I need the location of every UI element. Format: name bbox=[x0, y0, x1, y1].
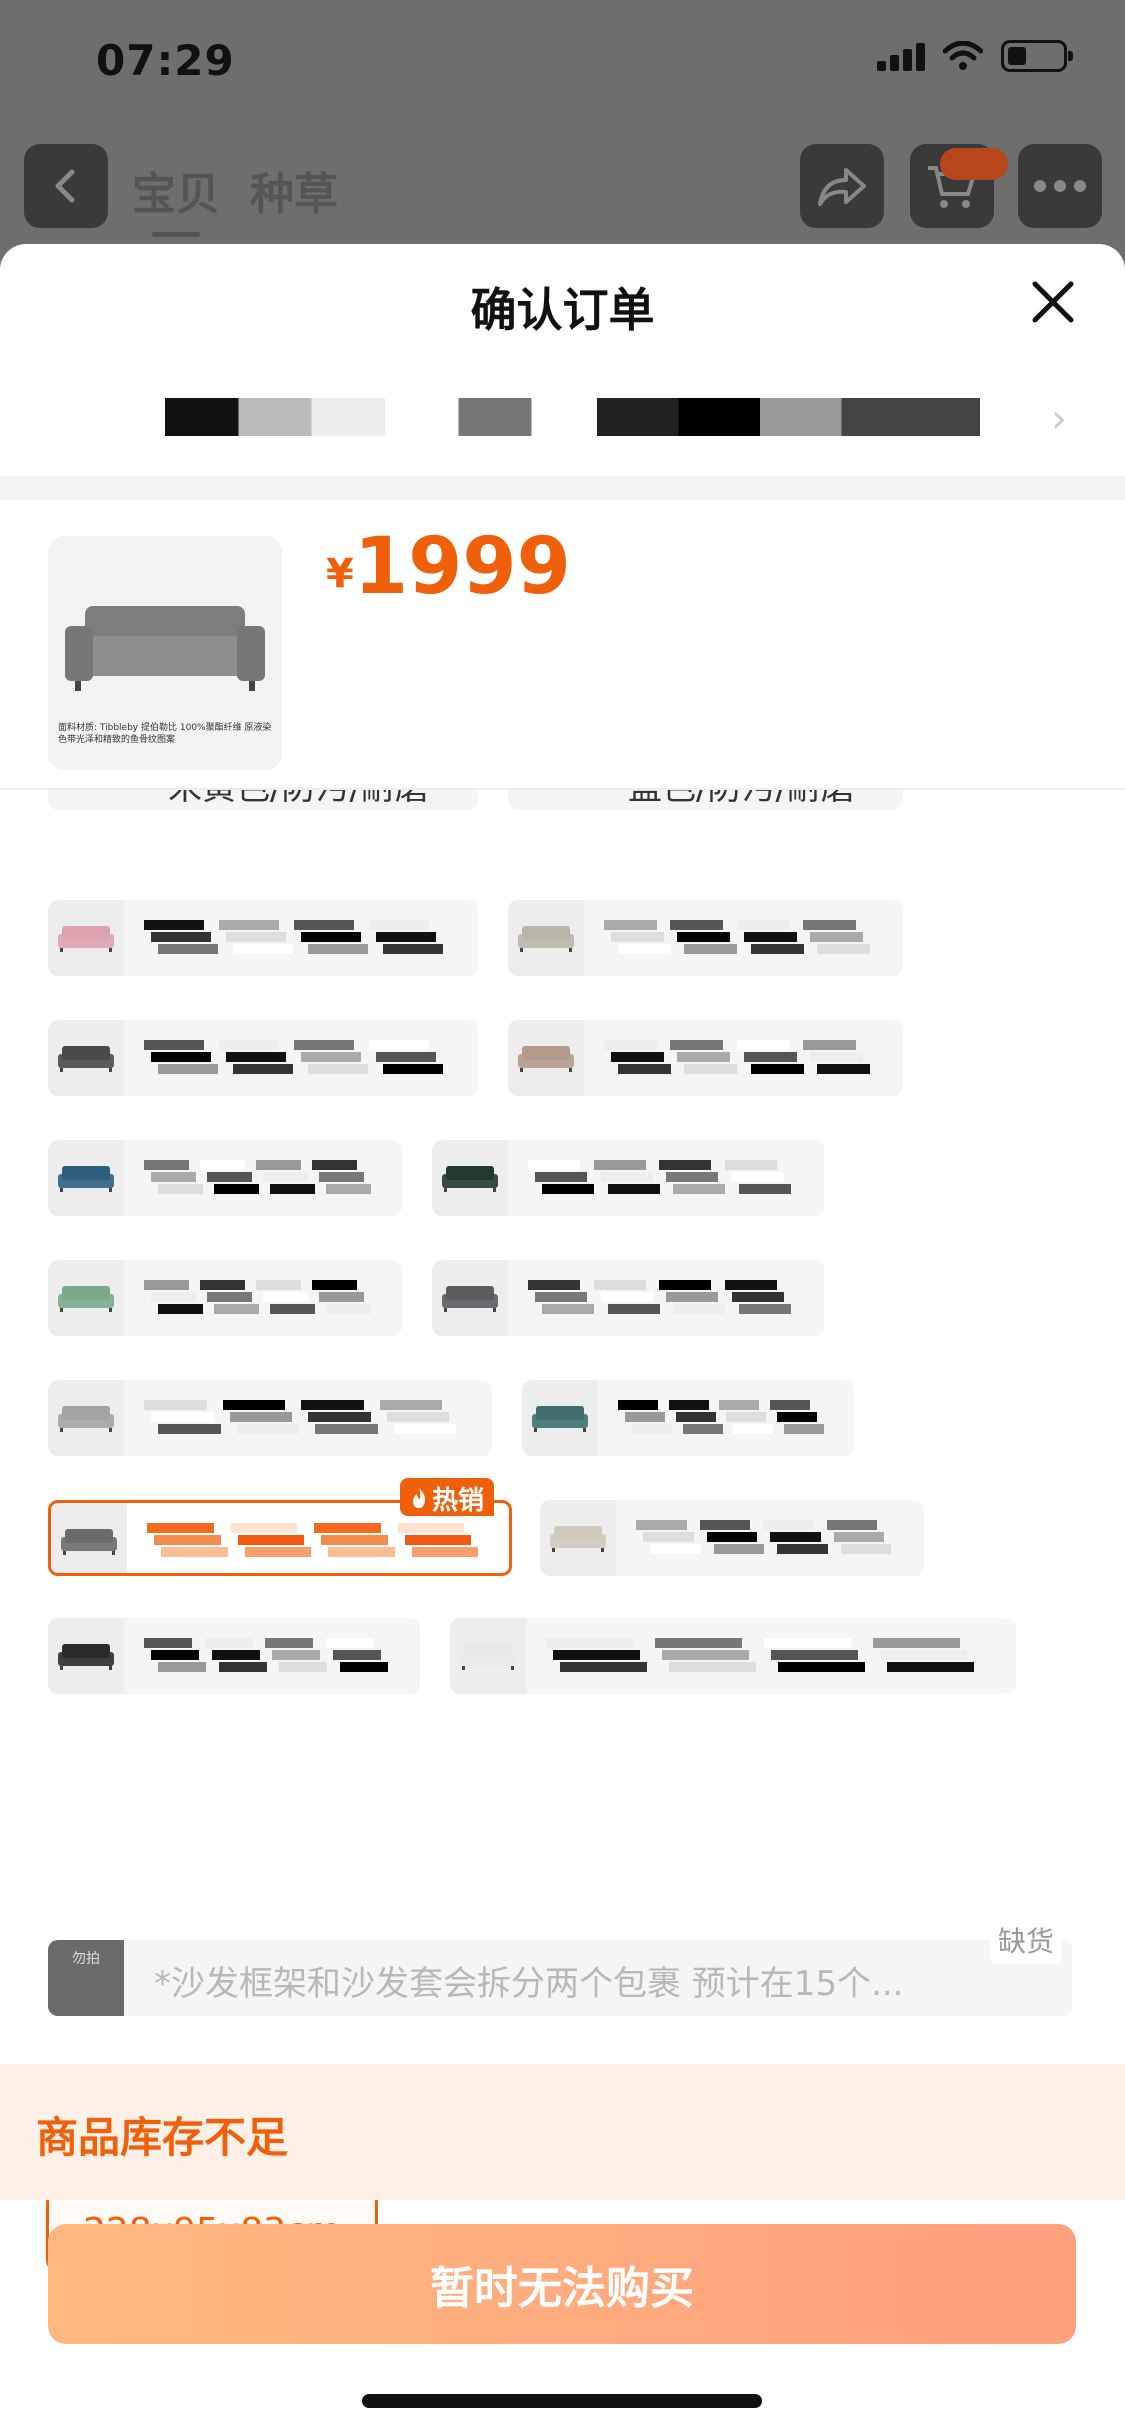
color-option[interactable] bbox=[48, 1020, 478, 1096]
sheet-title: 确认订单 bbox=[470, 283, 655, 337]
battery-icon bbox=[1001, 40, 1073, 72]
redacted-option-label bbox=[528, 1280, 791, 1316]
tab-baby[interactable]: 宝贝 bbox=[132, 158, 220, 237]
tab-zhongcao[interactable]: 种草 bbox=[250, 158, 338, 237]
status-bar: 07:29 bbox=[0, 0, 1125, 125]
redacted-option-label bbox=[604, 1040, 870, 1076]
sofa-thumbnail bbox=[48, 900, 124, 976]
address-row[interactable]: › bbox=[0, 374, 1125, 464]
color-option[interactable] bbox=[48, 900, 478, 976]
redacted-option-label bbox=[546, 1638, 982, 1674]
more-icon bbox=[1034, 180, 1086, 192]
hot-sale-badge: 热销 bbox=[400, 1478, 495, 1516]
color-option[interactable] bbox=[540, 1500, 924, 1576]
chevron-right-icon: › bbox=[1051, 396, 1067, 442]
redacted-option-label bbox=[144, 1400, 458, 1436]
stock-warning-banner: 商品库存不足 bbox=[0, 2064, 1125, 2200]
note-thumb: 勿拍 bbox=[48, 1940, 124, 2016]
color-option[interactable] bbox=[48, 1260, 402, 1336]
color-option[interactable] bbox=[48, 1140, 402, 1216]
chevron-left-icon bbox=[55, 169, 75, 203]
flame-icon bbox=[413, 1488, 426, 1508]
status-time: 07:29 bbox=[96, 36, 235, 85]
color-option[interactable] bbox=[432, 1140, 824, 1216]
sofa-thumbnail bbox=[432, 1140, 508, 1216]
cart-badge bbox=[940, 148, 1008, 180]
redacted-option-label bbox=[144, 1040, 444, 1076]
sofa-thumbnail bbox=[48, 1618, 124, 1694]
product-header: 面料材质: Tibbleby 提伯勒比 100%聚酯纤维 原液染色带光泽和精致的… bbox=[0, 500, 1125, 790]
stock-warning-text: 商品库存不足 bbox=[36, 2113, 289, 2162]
sofa-thumbnail bbox=[432, 1260, 508, 1336]
out-of-stock-tag: 缺货 bbox=[990, 1916, 1063, 1964]
sofa-icon bbox=[65, 606, 265, 691]
background-page: 07:29 宝贝 种草 bbox=[0, 0, 1125, 260]
status-icons bbox=[877, 40, 1073, 72]
color-options: 米黄色/防污/耐磨 蓝色/防污/耐磨 热销 勿拍 *沙发框架和沙发套会拆分两个包… bbox=[0, 760, 1125, 2272]
color-option[interactable] bbox=[48, 1618, 420, 1694]
redacted-option-label bbox=[604, 920, 870, 956]
sofa-thumbnail bbox=[51, 1503, 127, 1573]
price: ¥1999 bbox=[326, 522, 571, 612]
product-image-caption: 面料材质: Tibbleby 提伯勒比 100%聚酯纤维 原液染色带光泽和精致的… bbox=[58, 723, 272, 745]
sofa-thumbnail bbox=[508, 1020, 584, 1096]
color-option[interactable] bbox=[508, 1020, 903, 1096]
sofa-thumbnail bbox=[450, 1618, 526, 1694]
color-option[interactable] bbox=[432, 1260, 824, 1336]
buy-button[interactable]: 暂时无法购买 bbox=[48, 2224, 1076, 2344]
home-indicator bbox=[362, 2394, 762, 2408]
sofa-thumbnail bbox=[48, 1380, 124, 1456]
share-button[interactable] bbox=[800, 144, 884, 228]
redacted-option-label bbox=[144, 1280, 371, 1316]
section-divider bbox=[0, 476, 1125, 500]
sofa-thumbnail bbox=[48, 1140, 124, 1216]
sofa-thumbnail bbox=[48, 1020, 124, 1096]
sofa-thumbnail bbox=[522, 1380, 598, 1456]
nav-tabs: 宝贝 种草 bbox=[132, 158, 338, 237]
redacted-option-label bbox=[144, 1638, 388, 1674]
top-nav: 宝贝 种草 bbox=[0, 140, 1125, 235]
color-option-note[interactable]: 勿拍 *沙发框架和沙发套会拆分两个包裹 预计在15个... bbox=[48, 1940, 1072, 2016]
note-text: *沙发框架和沙发套会拆分两个包裹 预计在15个... bbox=[154, 1964, 904, 2004]
back-button[interactable] bbox=[24, 144, 108, 228]
color-option[interactable] bbox=[522, 1380, 854, 1456]
more-button[interactable] bbox=[1018, 144, 1102, 228]
sofa-thumbnail bbox=[540, 1500, 616, 1576]
redacted-option-label bbox=[147, 1523, 481, 1559]
color-option[interactable] bbox=[508, 900, 903, 976]
cellular-signal-icon bbox=[877, 41, 925, 71]
redacted-option-label bbox=[144, 1160, 371, 1196]
redacted-option-label bbox=[636, 1520, 892, 1556]
currency-symbol: ¥ bbox=[326, 551, 354, 597]
color-option[interactable] bbox=[48, 1380, 492, 1456]
redacted-option-label bbox=[618, 1400, 824, 1436]
confirm-order-sheet: 确认订单 › 面料材质: Tibbleby 提伯勒比 100%聚酯纤维 原液染色… bbox=[0, 244, 1125, 2436]
price-value: 1999 bbox=[353, 522, 571, 612]
wifi-icon bbox=[943, 41, 983, 70]
close-icon bbox=[1032, 281, 1074, 323]
redacted-option-label bbox=[528, 1160, 791, 1196]
sofa-thumbnail bbox=[48, 1260, 124, 1336]
product-image[interactable]: 面料材质: Tibbleby 提伯勒比 100%聚酯纤维 原液染色带光泽和精致的… bbox=[48, 536, 282, 770]
redacted-address bbox=[165, 398, 980, 436]
close-button[interactable] bbox=[1025, 274, 1081, 330]
share-icon bbox=[818, 168, 866, 206]
color-option[interactable] bbox=[450, 1618, 1016, 1694]
redacted-option-label bbox=[144, 920, 444, 956]
sofa-thumbnail bbox=[508, 900, 584, 976]
cart-button[interactable] bbox=[910, 144, 1008, 228]
